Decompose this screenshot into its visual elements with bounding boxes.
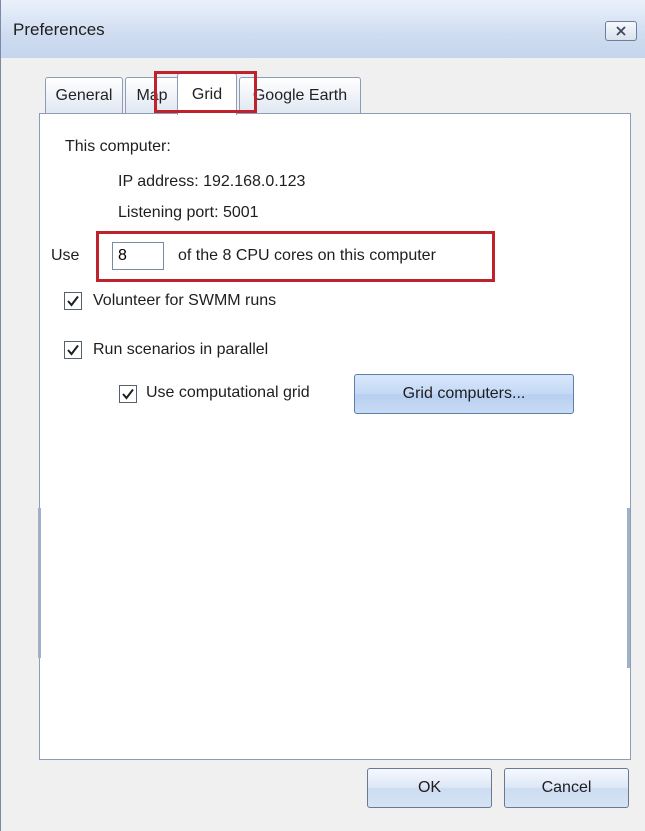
computational-grid-checkbox[interactable] <box>119 385 137 403</box>
tab-google-earth-label: Google Earth <box>252 87 348 104</box>
tab-general[interactable]: General <box>45 77 123 114</box>
close-icon <box>616 26 626 36</box>
tab-google-earth[interactable]: Google Earth <box>239 77 361 114</box>
volunteer-label: Volunteer for SWMM runs <box>93 292 277 309</box>
use-label: Use <box>51 247 80 264</box>
run-parallel-label: Run scenarios in parallel <box>93 341 269 358</box>
panel-separator-left <box>38 508 41 658</box>
grid-computers-button[interactable]: Grid computers... <box>354 374 574 414</box>
computational-grid-label: Use computational grid <box>146 384 310 401</box>
cpu-cores-input[interactable] <box>112 242 164 270</box>
checkmark-icon <box>67 344 79 356</box>
tab-grid[interactable]: Grid <box>177 73 237 115</box>
cpu-cores-suffix: of the 8 CPU cores on this computer <box>178 247 436 264</box>
checkmark-icon <box>67 295 79 307</box>
panel-separator-right <box>627 508 630 668</box>
ip-address-label: IP address: 192.168.0.123 <box>118 173 306 190</box>
volunteer-checkbox[interactable] <box>64 292 82 310</box>
checkmark-icon <box>122 388 134 400</box>
window-title: Preferences <box>13 20 105 39</box>
run-parallel-checkbox[interactable] <box>64 341 82 359</box>
cancel-button[interactable]: Cancel <box>504 768 629 808</box>
title-bar[interactable]: Preferences <box>1 0 645 58</box>
tab-map[interactable]: Map <box>125 77 179 114</box>
this-computer-label: This computer: <box>65 138 171 155</box>
tab-grid-label: Grid <box>191 85 223 103</box>
ok-button[interactable]: OK <box>367 768 492 808</box>
tab-general-label: General <box>55 87 113 104</box>
tab-map-label: Map <box>136 87 168 104</box>
close-button[interactable] <box>605 21 637 41</box>
listening-port-label: Listening port: 5001 <box>118 204 259 221</box>
preferences-dialog: Preferences General Map Grid Google Eart… <box>0 0 645 831</box>
